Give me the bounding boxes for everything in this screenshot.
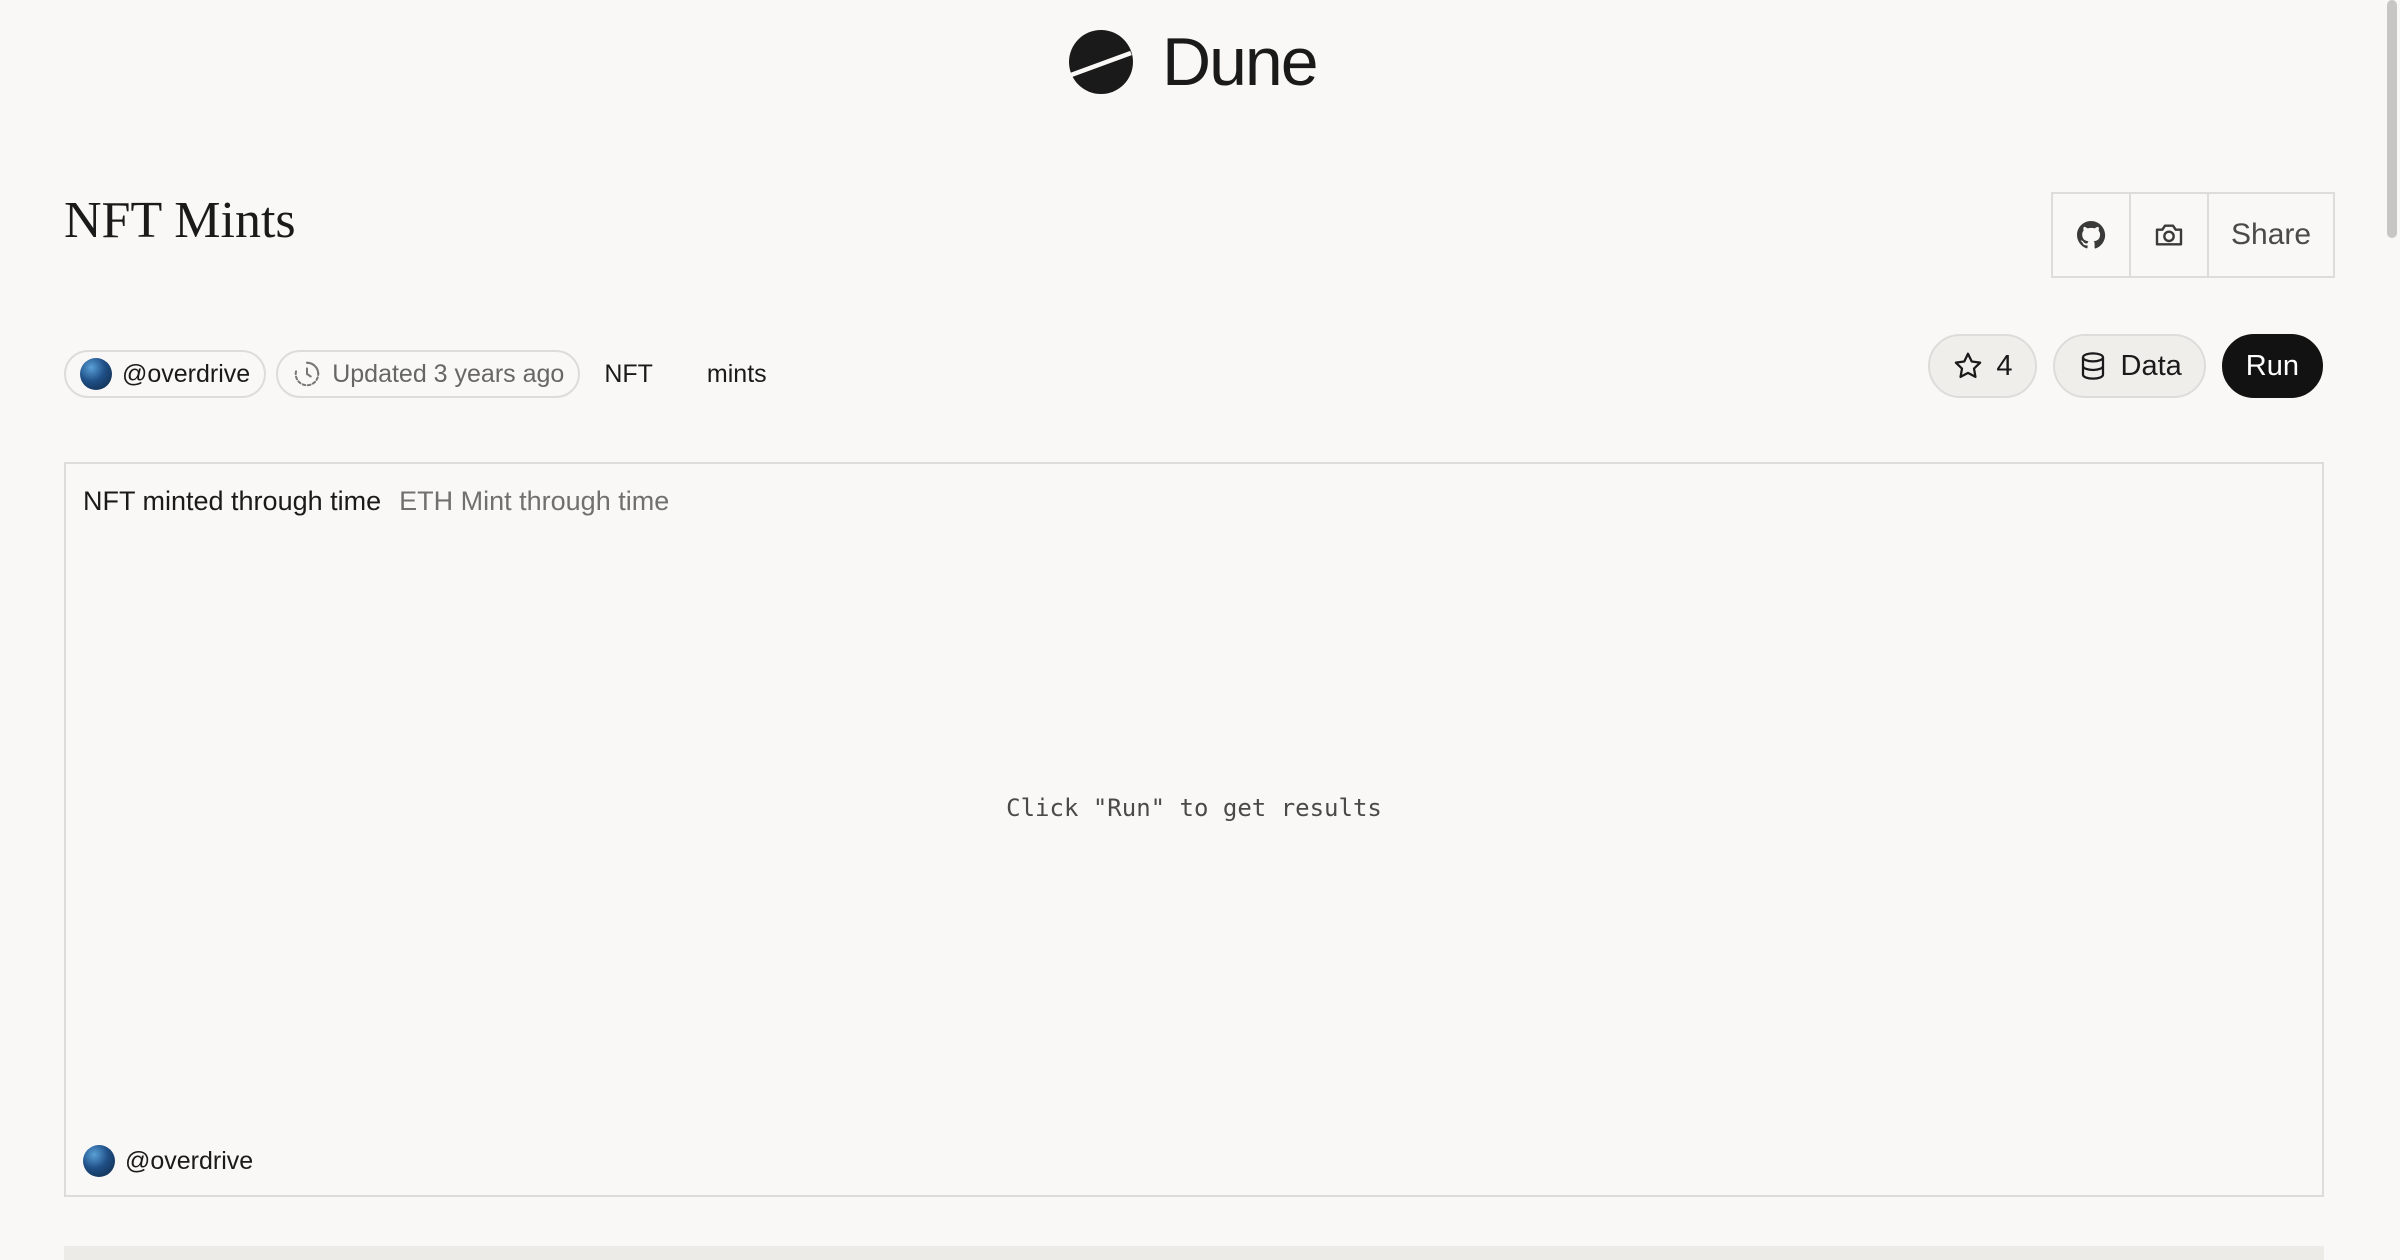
dune-logo[interactable]: Dune xyxy=(1068,24,1319,100)
star-button[interactable]: 4 xyxy=(1928,334,2037,398)
query-actions: 4 Data Run xyxy=(1928,334,2323,398)
visualization-header: NFT minted through time ETH Mint through… xyxy=(83,486,669,517)
scrollbar-thumb[interactable] xyxy=(2387,0,2397,238)
camera-icon xyxy=(2155,224,2183,246)
next-panel-edge xyxy=(64,1246,2324,1260)
visualization-title: NFT minted through time xyxy=(83,486,382,516)
history-icon xyxy=(294,361,320,387)
author-pill[interactable]: @overdrive xyxy=(64,350,267,398)
database-icon xyxy=(2081,352,2104,380)
avatar xyxy=(80,358,112,390)
updated-pill: Updated 3 years ago xyxy=(276,350,581,398)
page-title: NFT Mints xyxy=(64,192,296,249)
github-button[interactable] xyxy=(2053,194,2131,276)
author-name: @overdrive xyxy=(122,359,251,388)
page: Dune NFT Mints Share @overdrive Updated … xyxy=(0,0,2400,1260)
meta-row: @overdrive Updated 3 years ago NFT mints xyxy=(64,350,781,398)
brand-name: Dune xyxy=(1162,24,1319,100)
star-count: 4 xyxy=(1996,349,2013,382)
page-scrollbar[interactable] xyxy=(2384,0,2400,1260)
data-label: Data xyxy=(2120,349,2182,382)
visualization-author-name: @overdrive xyxy=(125,1146,254,1175)
header-action-group: Share xyxy=(2051,192,2336,278)
empty-state-message: Click "Run" to get results xyxy=(1006,794,1382,822)
visualization-panel: NFT minted through time ETH Mint through… xyxy=(64,462,2324,1197)
run-button[interactable]: Run xyxy=(2221,334,2323,398)
share-button[interactable]: Share xyxy=(2209,194,2333,276)
screenshot-button[interactable] xyxy=(2131,194,2209,276)
avatar xyxy=(83,1145,115,1177)
visualization-subtitle: ETH Mint through time xyxy=(399,486,670,516)
visualization-author[interactable]: @overdrive xyxy=(83,1145,253,1177)
tag-nft[interactable]: NFT xyxy=(590,360,667,389)
github-icon xyxy=(2077,221,2106,249)
updated-text: Updated 3 years ago xyxy=(332,359,565,388)
dune-logo-icon xyxy=(1069,30,1133,94)
star-icon xyxy=(1955,352,1982,379)
tag-mints[interactable]: mints xyxy=(693,360,781,389)
data-button[interactable]: Data xyxy=(2052,334,2206,398)
